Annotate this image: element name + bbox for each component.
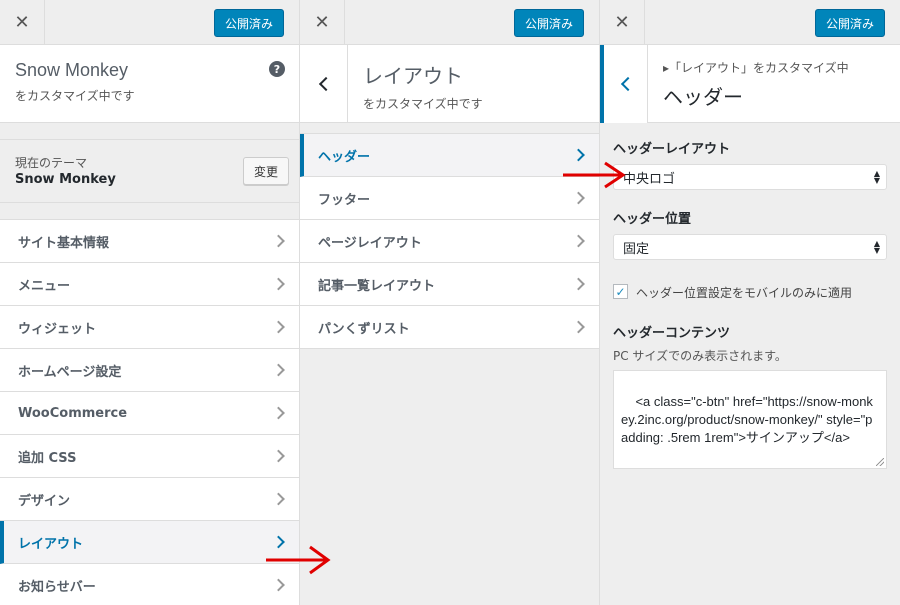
menu-item-label: ヘッダー — [318, 149, 371, 165]
menu-item-label: ページレイアウト — [318, 235, 422, 251]
menu-item-label: デザイン — [18, 493, 71, 509]
chevron-left-icon — [620, 76, 635, 92]
site-title: Snow Monkey — [15, 60, 129, 80]
chevron-right-icon — [572, 320, 585, 334]
menu-item-label: レイアウト — [18, 536, 84, 552]
header-contents-value: <a class="c-btn" href="https://snow-monk… — [621, 394, 873, 445]
menu-item-label: メニュー — [18, 278, 71, 294]
header-position-label: ヘッダー位置 — [613, 212, 692, 227]
resize-grip-icon[interactable] — [876, 458, 884, 466]
header-layout-label: ヘッダーレイアウト — [613, 142, 731, 157]
chevron-right-icon — [272, 449, 285, 463]
mobile-only-label: ヘッダー位置設定をモバイルのみに適用 — [636, 286, 853, 300]
menu-item-label: フッター — [318, 192, 371, 208]
customizer-root-panel: ✕ 公開済み Snow Monkey をカスタマイズ中です ? 現在のテーマ S… — [0, 0, 300, 605]
section-menu: ヘッダーフッターページレイアウト 記事一覧レイアウト パンくずリスト — [300, 133, 599, 349]
chevron-right-icon — [272, 234, 285, 248]
header-layout-value: 中央ロゴ — [623, 171, 676, 187]
menu-item[interactable]: デザイン — [0, 478, 299, 521]
select-arrows-icon: ▲ ▼ — [873, 169, 880, 185]
header-position-select[interactable]: 固定 ▲ ▼ — [613, 234, 887, 260]
annotation-arrow-icon — [563, 161, 626, 189]
section-header: ▸「レイアウト」をカスタマイズ中 ヘッダー — [600, 45, 900, 123]
header-section-panel: ✕ 公開済み ▸「レイアウト」をカスタマイズ中 ヘッダー ヘッダーレイアウト 中… — [600, 0, 900, 605]
chevron-right-icon — [572, 191, 585, 205]
menu-item[interactable]: レイアウト — [0, 521, 299, 564]
menu-item[interactable]: パンくずリスト — [300, 306, 599, 349]
back-button[interactable] — [300, 45, 348, 123]
breadcrumb: ▸「レイアウト」をカスタマイズ中 — [663, 61, 849, 75]
current-theme-section: 現在のテーマ Snow Monkey 変更 — [0, 139, 299, 203]
annotation-arrow-icon — [266, 545, 331, 575]
customizing-subtitle: をカスタマイズ中です — [363, 97, 483, 111]
top-bar: ✕ 公開済み — [0, 0, 299, 45]
header-layout-select[interactable]: 中央ロゴ ▲ ▼ — [613, 164, 887, 190]
close-icon[interactable]: ✕ — [600, 0, 645, 45]
back-button[interactable] — [600, 45, 648, 123]
top-bar: ✕ 公開済み — [600, 0, 900, 45]
chevron-right-icon — [572, 277, 585, 291]
header-position-value: 固定 — [623, 241, 650, 257]
menu-item-label: お知らせバー — [18, 579, 96, 595]
menu-item[interactable]: 記事一覧レイアウト — [300, 263, 599, 306]
header-contents-textarea[interactable]: <a class="c-btn" href="https://snow-monk… — [613, 370, 887, 469]
menu-item[interactable]: メニュー — [0, 263, 299, 306]
chevron-right-icon — [272, 492, 285, 506]
section-title: ヘッダー — [663, 85, 743, 109]
chevron-right-icon — [272, 320, 285, 334]
menu-item[interactable]: ヘッダー — [300, 134, 599, 177]
select-arrows-icon: ▲ ▼ — [873, 239, 880, 255]
header-contents-label: ヘッダーコンテンツ — [613, 326, 731, 341]
menu-item[interactable]: ホームページ設定 — [0, 349, 299, 392]
top-bar: ✕ 公開済み — [300, 0, 599, 45]
change-theme-button[interactable]: 変更 — [242, 157, 289, 185]
mobile-only-checkbox[interactable]: ✓ — [613, 284, 628, 299]
menu-item-label: ホームページ設定 — [18, 364, 122, 380]
menu-item-label: パンくずリスト — [318, 321, 410, 337]
chevron-left-icon — [318, 76, 333, 92]
current-theme-label: 現在のテーマ — [15, 156, 88, 170]
menu-item[interactable]: ウィジェット — [0, 306, 299, 349]
panel-menu: サイト基本情報 メニューウィジェットホームページ設定 WooCommerce 追加 C… — [0, 219, 299, 605]
menu-item-label: ウィジェット — [18, 321, 97, 337]
chevron-right-icon — [272, 277, 285, 291]
chevron-right-icon — [272, 363, 285, 377]
chevron-right-icon — [272, 578, 285, 592]
chevron-right-icon — [572, 234, 585, 248]
menu-item[interactable]: 追加 CSS — [0, 435, 299, 478]
menu-item[interactable]: お知らせバー — [0, 564, 299, 605]
menu-item[interactable]: WooCommerce — [0, 392, 299, 435]
panel-title: レイアウト — [363, 64, 463, 88]
layout-panel: ✕ 公開済み レイアウト をカスタマイズ中です ヘッダーフッターページレイアウト… — [300, 0, 600, 605]
panel-header: レイアウト をカスタマイズ中です — [300, 45, 599, 123]
menu-item-label: 記事一覧レイアウト — [318, 278, 436, 294]
menu-item-label: 追加 CSS — [18, 450, 77, 466]
current-theme-name: Snow Monkey — [15, 172, 116, 187]
customizer-title-block: Snow Monkey をカスタマイズ中です ? — [0, 45, 299, 123]
publish-button[interactable]: 公開済み — [814, 9, 885, 37]
menu-item[interactable]: ページレイアウト — [300, 220, 599, 263]
customizing-subtitle: をカスタマイズ中です — [15, 89, 135, 103]
menu-item[interactable]: サイト基本情報 — [0, 220, 299, 263]
menu-item-label: WooCommerce — [18, 405, 128, 421]
publish-button[interactable]: 公開済み — [213, 9, 284, 37]
menu-item-label: サイト基本情報 — [18, 235, 110, 251]
help-icon[interactable]: ? — [269, 61, 285, 77]
chevron-right-icon — [272, 406, 285, 420]
close-icon[interactable]: ✕ — [0, 0, 45, 45]
menu-item[interactable]: フッター — [300, 177, 599, 220]
publish-button[interactable]: 公開済み — [513, 9, 584, 37]
close-icon[interactable]: ✕ — [300, 0, 345, 45]
header-contents-description: PC サイズでのみ表示されます。 — [613, 349, 787, 363]
